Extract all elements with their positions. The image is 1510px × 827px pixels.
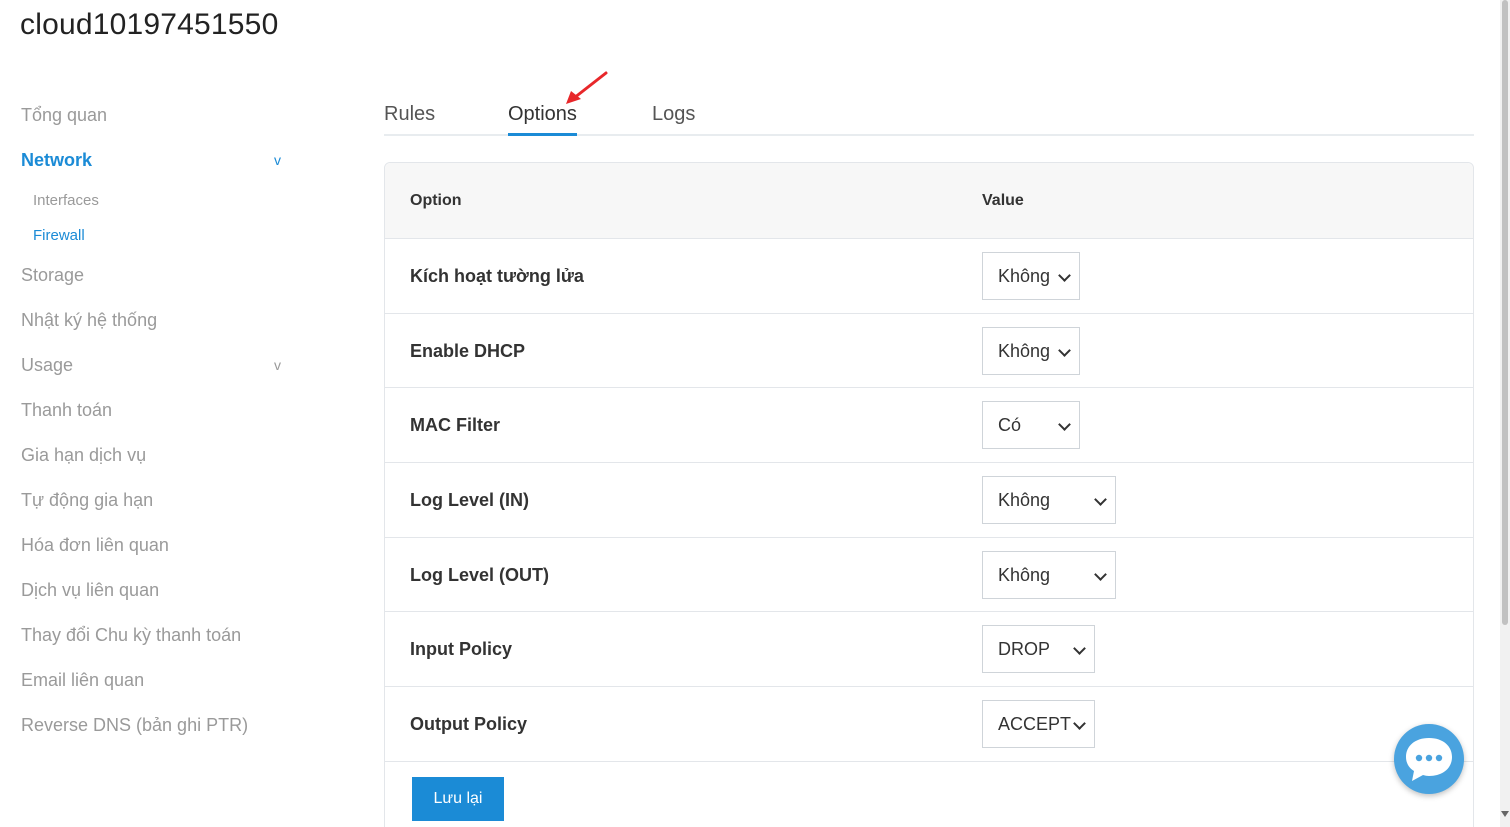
sidebar-item-storage[interactable]: Storage xyxy=(0,253,300,298)
scrollbar[interactable] xyxy=(1500,0,1510,827)
sidebar-item-label: Email liên quan xyxy=(21,670,145,690)
input-policy-select[interactable]: DROP xyxy=(982,625,1095,674)
sidebar-item-label: Tự động gia hạn xyxy=(21,490,154,510)
sidebar-item-label: Thay đổi Chu kỳ thanh toán xyxy=(21,625,242,645)
sidebar-item-email[interactable]: Email liên quan xyxy=(0,658,300,703)
sidebar-subitem-interfaces[interactable]: Interfaces xyxy=(0,183,300,218)
page-title: cloud10197451550 xyxy=(20,8,279,41)
select-value: Có xyxy=(998,415,1022,436)
sidebar-item-nhat-ky[interactable]: Nhật ký hệ thống xyxy=(0,298,300,343)
chevron-down-icon xyxy=(1073,642,1086,656)
table-row: Log Level (OUT) Không xyxy=(385,538,1473,613)
sidebar-item-tong-quan[interactable]: Tổng quan xyxy=(0,93,300,138)
save-button[interactable]: Lưu lại xyxy=(412,777,504,821)
annotation-arrow-icon xyxy=(566,71,608,104)
option-label: Enable DHCP xyxy=(410,340,526,361)
select-value: Không xyxy=(998,564,1051,585)
table-row: Input Policy DROP xyxy=(385,612,1473,688)
chevron-down-icon xyxy=(1094,493,1107,506)
sidebar-item-reverse-dns[interactable]: Reverse DNS (bản ghi PTR) xyxy=(0,703,300,748)
sidebar-item-label: Reverse DNS (bản ghi PTR) xyxy=(21,715,249,735)
sidebar-item-label: Tổng quan xyxy=(21,105,108,125)
options-table: Option Value Kích hoạt tường lửa Không E… xyxy=(384,162,1474,827)
option-label: MAC Filter xyxy=(410,415,500,436)
mac-filter-select[interactable]: Có xyxy=(982,401,1080,450)
column-header-value: Value xyxy=(982,192,1024,209)
sidebar-item-dich-vu[interactable]: Dịch vụ liên quan xyxy=(0,568,300,613)
chat-bubble-icon xyxy=(1406,738,1452,781)
output-policy-select[interactable]: ACCEPT xyxy=(982,700,1095,749)
chevron-down-icon xyxy=(1073,717,1086,730)
sidebar-item-label: Gia hạn dịch vụ xyxy=(21,445,147,465)
scroll-down-arrow-icon[interactable] xyxy=(1501,811,1509,817)
chevron-down-icon xyxy=(1058,269,1071,282)
chat-button[interactable] xyxy=(1394,724,1464,794)
option-label: Output Policy xyxy=(410,714,527,735)
sidebar-subitem-firewall[interactable]: Firewall xyxy=(0,218,300,253)
sidebar-item-label: Storage xyxy=(21,265,85,285)
select-value: Không xyxy=(998,266,1051,286)
option-label: Kích hoạt tường lửa xyxy=(410,266,584,286)
sidebar: Tổng quan Network v Interfaces Firewall … xyxy=(0,93,300,748)
tab-bar: Rules Options Logs xyxy=(384,96,1474,136)
sidebar-item-chu-ky[interactable]: Thay đổi Chu kỳ thanh toán xyxy=(0,613,300,658)
log-level-out-select[interactable]: Không xyxy=(982,550,1116,599)
sidebar-item-thanh-toan[interactable]: Thanh toán xyxy=(0,388,300,433)
option-label: Input Policy xyxy=(410,639,513,660)
sidebar-item-label: Dịch vụ liên quan xyxy=(21,580,160,600)
sidebar-item-label: Network xyxy=(21,150,93,170)
table-row: Log Level (IN) Không xyxy=(385,463,1473,538)
select-value: DROP xyxy=(998,639,1051,660)
chevron-down-icon: v xyxy=(274,357,281,373)
page: cloud10197451550 Tổng quan Network v Int… xyxy=(0,0,1510,827)
sidebar-item-label: Usage xyxy=(21,355,74,375)
sidebar-item-hoa-don[interactable]: Hóa đơn liên quan xyxy=(0,523,300,568)
select-value: ACCEPT xyxy=(998,714,1072,735)
scrollbar-thumb[interactable] xyxy=(1502,0,1508,625)
sidebar-item-network[interactable]: Network v xyxy=(0,138,300,183)
chevron-down-icon xyxy=(1058,343,1071,357)
sidebar-item-label: Nhật ký hệ thống xyxy=(21,310,158,330)
log-level-in-select[interactable]: Không xyxy=(982,476,1116,525)
select-value: Không xyxy=(998,340,1051,361)
select-value: Không xyxy=(998,490,1051,511)
table-row: MAC Filter Có xyxy=(385,388,1473,464)
option-label: Log Level (IN) xyxy=(410,490,530,511)
tab-logs[interactable]: Logs xyxy=(652,96,695,136)
chevron-down-icon: v xyxy=(274,152,281,168)
firewall-enable-select[interactable]: Không xyxy=(982,252,1080,300)
sidebar-item-usage[interactable]: Usage v xyxy=(0,343,300,388)
table-row: Output Policy ACCEPT xyxy=(385,687,1473,762)
table-header: Option Value xyxy=(385,163,1473,239)
column-header-option: Option xyxy=(410,192,462,209)
table-row: Enable DHCP Không xyxy=(385,314,1473,389)
sidebar-item-gia-han[interactable]: Gia hạn dịch vụ xyxy=(0,433,300,478)
sidebar-item-tu-dong-gia-han[interactable]: Tự động gia hạn xyxy=(0,478,300,523)
tab-rules[interactable]: Rules xyxy=(384,96,435,136)
sidebar-item-label: Hóa đơn liên quan xyxy=(21,535,169,555)
table-row: Kích hoạt tường lửa Không xyxy=(385,239,1473,314)
chevron-down-icon xyxy=(1094,567,1107,581)
option-label: Log Level (OUT) xyxy=(410,564,549,585)
chevron-down-icon xyxy=(1058,418,1071,432)
enable-dhcp-select[interactable]: Không xyxy=(982,326,1080,375)
sidebar-item-label: Thanh toán xyxy=(21,400,113,420)
